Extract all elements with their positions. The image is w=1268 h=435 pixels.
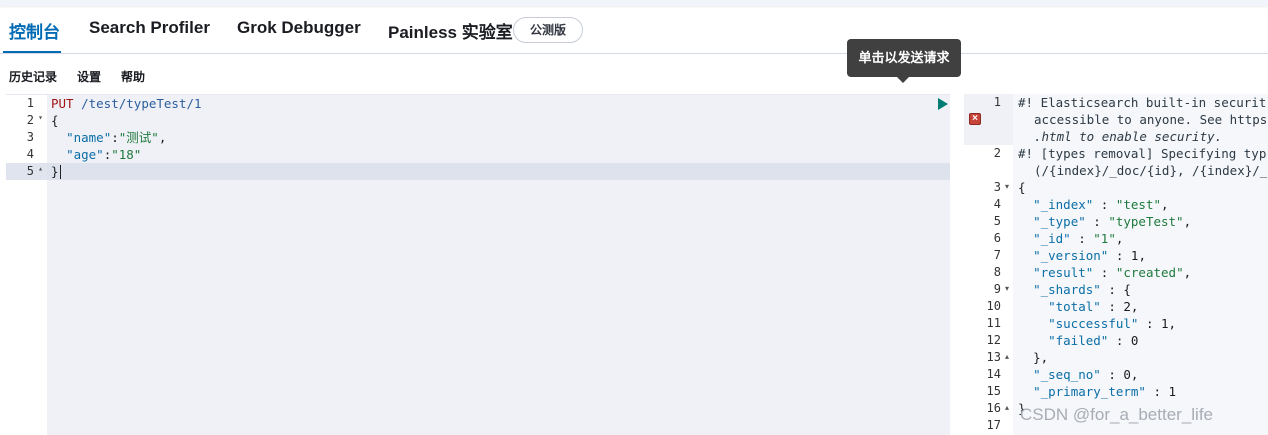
app-tabs: 控制台 Search Profiler Grok Debugger Painle… <box>0 6 1268 54</box>
response-comment: #! Elasticsearch built-in securit <box>1018 95 1267 110</box>
line-number: 15 <box>986 384 1001 398</box>
response-comment: .html to enable security. <box>1034 129 1223 144</box>
response-line: "_primary_term" : 1 <box>1033 384 1177 399</box>
gutter-line: 4 <box>6 146 47 163</box>
line-number: 2 <box>26 113 34 127</box>
gutter-line: 3 <box>6 129 47 146</box>
response-line: "_seq_no" : 0, <box>1033 367 1139 382</box>
line-number: 16 <box>986 401 1001 415</box>
request-line: "age":"18" <box>66 147 142 162</box>
response-line: "total" : 2, <box>1048 299 1139 314</box>
history-menu-item[interactable]: 历史记录 <box>9 68 57 85</box>
line-number: 7 <box>993 248 1001 262</box>
response-line: "result" : "created", <box>1033 265 1192 280</box>
line-number: 17 <box>986 418 1001 432</box>
request-editor[interactable]: 1 2 ▾ 3 4 5 ▴ PUT /test/typeTest/1 { "name… <box>6 94 969 435</box>
response-panel[interactable]: × 1 2 3 ▾ 4 5 6 7 8 9 ▾ 10 11 12 13 ▴ 14… <box>964 94 1268 435</box>
line-number: 4 <box>26 147 34 161</box>
watermark-text: CSDN @for_a_better_life <box>1020 405 1214 424</box>
send-request-tooltip: 单击以发送请求 <box>847 39 961 77</box>
open-brace: { <box>51 113 59 128</box>
request-line: "name":"测试", <box>66 130 167 145</box>
gutter-line-active: 5 ▴ <box>6 163 47 180</box>
line-number: 13 <box>986 350 1001 364</box>
active-line-highlight <box>47 163 950 180</box>
play-icon[interactable] <box>936 97 950 111</box>
gutter-line: 1 <box>6 95 47 112</box>
fold-toggle[interactable]: ▴ <box>1005 352 1009 361</box>
close-brace: } <box>51 164 59 179</box>
line-number: 1 <box>26 96 34 110</box>
response-line: "failed" : 0 <box>1048 333 1139 348</box>
line-number: 9 <box>993 282 1001 296</box>
line-number: 10 <box>986 299 1001 313</box>
tab-painless-lab[interactable]: Painless 实验室 <box>388 18 513 43</box>
line-number: 5 <box>993 214 1001 228</box>
response-line: "_index" : "test", <box>1033 197 1169 212</box>
tab-grok-debugger[interactable]: Grok Debugger <box>237 18 361 38</box>
beta-badge: 公测版 <box>513 17 583 43</box>
active-tab-indicator <box>3 51 61 53</box>
line-number: 3 <box>26 130 34 144</box>
line-number: 12 <box>986 333 1001 347</box>
response-line: { <box>1018 180 1026 195</box>
fold-toggle[interactable]: ▾ <box>1005 182 1009 191</box>
request-gutter: 1 2 ▾ 3 4 5 ▴ <box>6 95 47 435</box>
line-number: 3 <box>993 180 1001 194</box>
line-number: 1 <box>993 95 1001 109</box>
request-line: } <box>51 163 59 180</box>
response-line: }, <box>1033 350 1049 365</box>
response-comment: (/{index}/_doc/{id}, /{index}/_ <box>1034 163 1268 178</box>
line-number: 5 <box>26 164 34 178</box>
json-value: "18" <box>111 147 142 162</box>
line-number: 6 <box>993 231 1001 245</box>
help-menu-item[interactable]: 帮助 <box>121 68 145 85</box>
settings-menu-item[interactable]: 设置 <box>77 68 101 85</box>
fold-toggle[interactable]: ▴ <box>38 164 43 173</box>
panel-resizer[interactable] <box>950 94 964 435</box>
line-number: 8 <box>993 265 1001 279</box>
request-path: /test/typeTest/1 <box>81 96 202 111</box>
fold-toggle[interactable]: ▴ <box>1005 403 1009 412</box>
request-line: { <box>51 112 59 129</box>
line-number: 11 <box>986 316 1001 330</box>
gutter-line: 2 ▾ <box>6 112 47 129</box>
response-gutter: × 1 2 3 ▾ 4 5 6 7 8 9 ▾ 10 11 12 13 ▴ 14… <box>964 94 1013 435</box>
response-line: "_shards" : { <box>1033 282 1131 297</box>
request-code-area[interactable]: PUT /test/typeTest/1 { "name":"测试", "age… <box>47 95 969 435</box>
tab-search-profiler[interactable]: Search Profiler <box>89 18 210 38</box>
fold-toggle[interactable]: ▾ <box>1005 284 1009 293</box>
response-line: "_version" : 1, <box>1033 248 1146 263</box>
tab-console[interactable]: 控制台 <box>9 18 60 43</box>
tooltip-arrow <box>896 76 910 83</box>
json-key: "age" <box>66 147 104 162</box>
response-comment: #! [types removal] Specifying typ <box>1018 146 1267 161</box>
request-line: PUT /test/typeTest/1 <box>51 95 202 112</box>
line-number: 2 <box>993 146 1001 160</box>
error-icon[interactable]: × <box>969 113 981 125</box>
response-line: "_id" : "1", <box>1033 231 1124 246</box>
fold-toggle[interactable]: ▾ <box>38 113 43 122</box>
response-line: "_type" : "typeTest", <box>1033 214 1192 229</box>
response-line: "successful" : 1, <box>1048 316 1177 331</box>
http-method: PUT <box>51 96 74 111</box>
line-number: 4 <box>993 197 1001 211</box>
text-cursor <box>60 165 61 179</box>
response-comment: accessible to anyone. See https <box>1034 112 1268 127</box>
line-number: 14 <box>986 367 1001 381</box>
json-value: "测试" <box>118 130 159 145</box>
json-key: "name" <box>66 130 112 145</box>
response-code-area[interactable]: #! Elasticsearch built-in securit access… <box>1013 94 1268 435</box>
